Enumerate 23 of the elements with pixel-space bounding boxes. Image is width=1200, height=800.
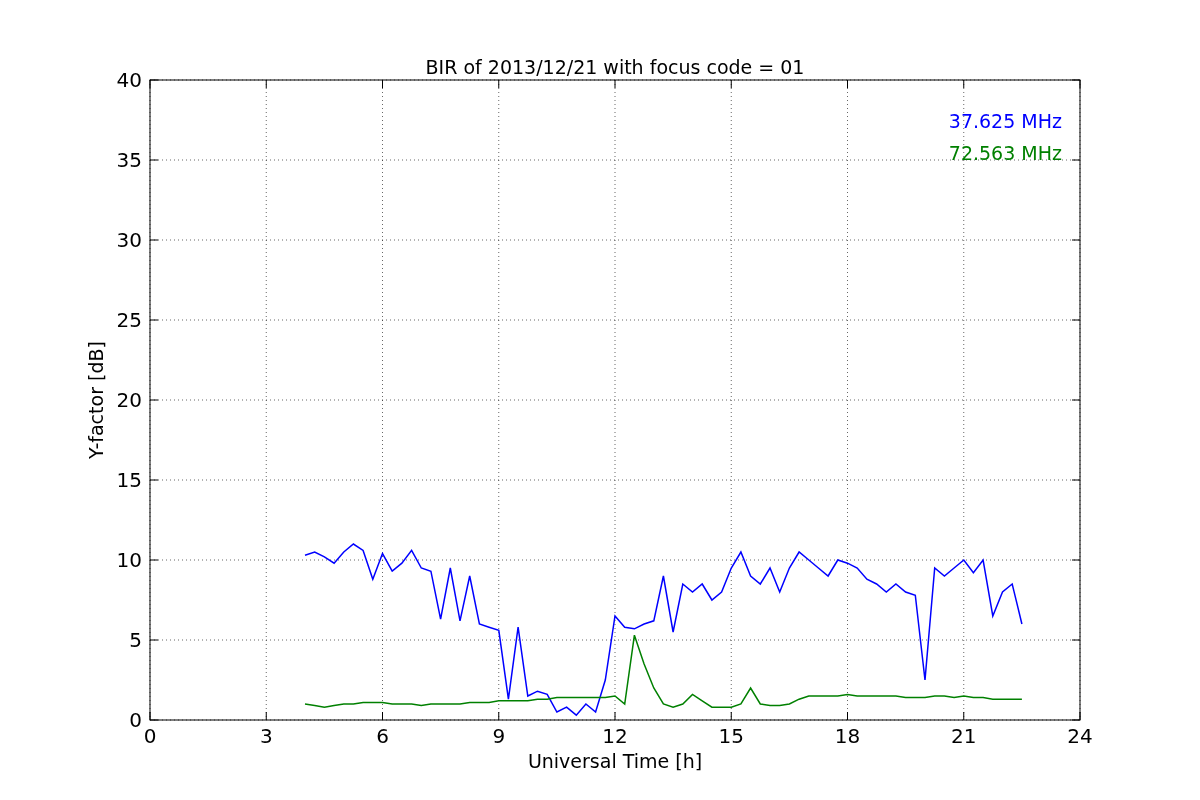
tick-label: 6 [376,724,389,748]
tick-label: 3 [259,724,273,748]
tick-label: 0 [143,724,157,748]
tick-label: 10 [116,548,142,572]
chart-title: BIR of 2013/12/21 with focus code = 01 [425,56,805,78]
tick-label: 5 [129,628,142,652]
tick-label: 15 [718,724,744,748]
tick-label: 12 [602,724,628,748]
tick-label: 24 [1067,724,1093,748]
tick-label: 18 [834,724,861,748]
tick-label: 40 [116,68,142,92]
tick-label: 30 [116,228,142,252]
y-axis-label: Y-factor [dB] [85,341,107,459]
tick-label: 35 [116,148,142,172]
legend-label: 37.625 MHz [948,110,1062,132]
tick-label: 21 [951,724,977,748]
tick-label: 0 [129,708,142,732]
legend-label: 72.563 MHz [948,142,1062,164]
tick-label: 20 [116,388,142,412]
tick-label: 25 [116,308,142,332]
x-axis-label: Universal Time [h] [527,750,703,772]
tick-label: 15 [116,468,142,492]
tick-label: 9 [492,724,506,748]
